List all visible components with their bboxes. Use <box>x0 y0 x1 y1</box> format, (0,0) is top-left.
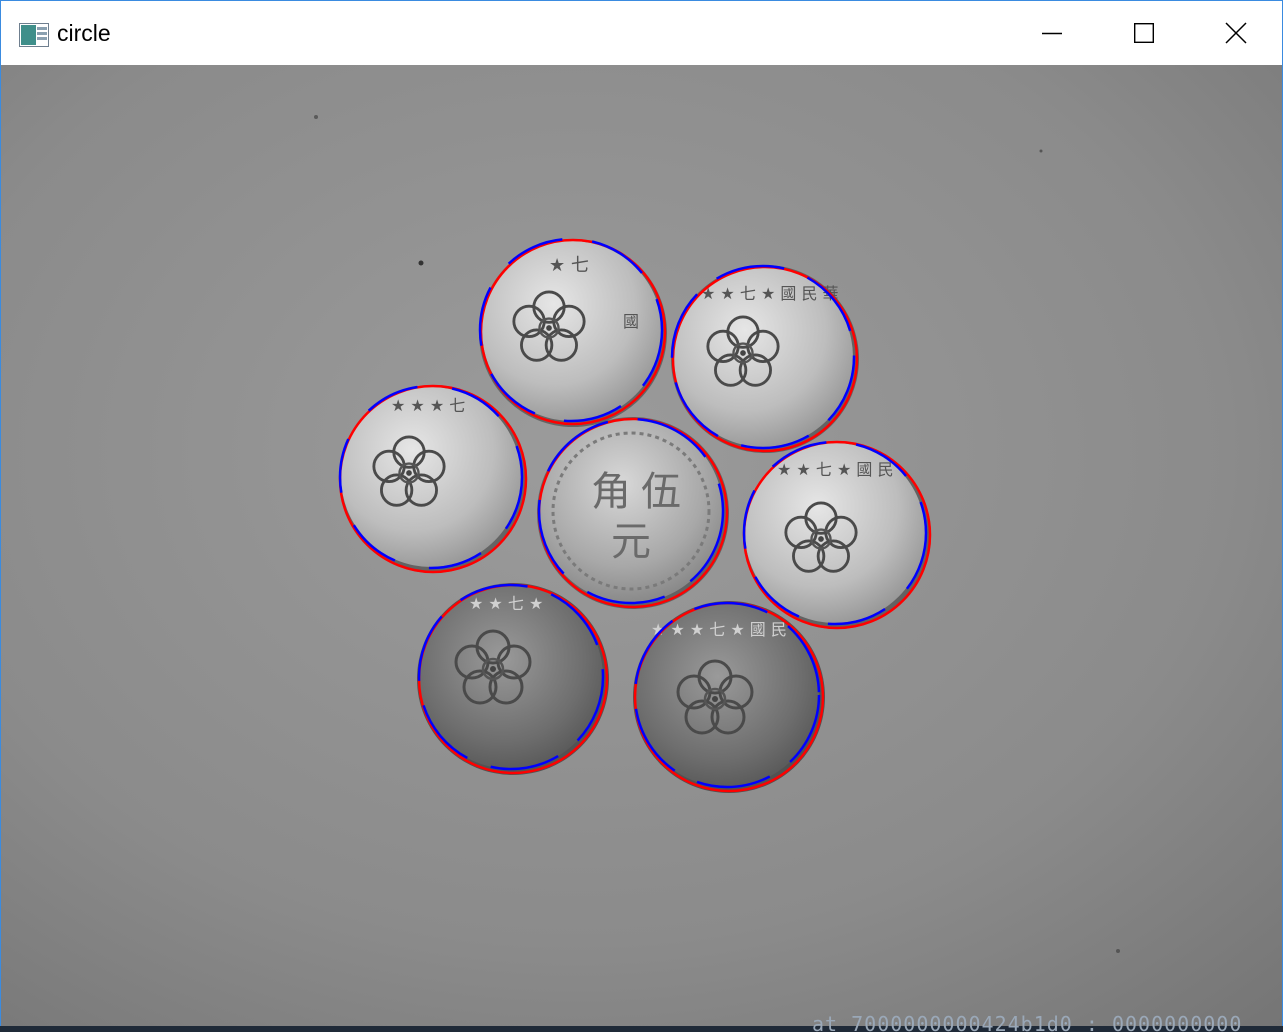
opencv-window-icon <box>19 23 49 47</box>
coin-glyph-left: 角 <box>591 469 631 515</box>
svg-text:★ 七: ★ 七 <box>549 255 589 276</box>
coin-center: 角 伍 元 <box>537 417 729 609</box>
close-button[interactable] <box>1190 1 1282 65</box>
svg-text:國: 國 <box>623 312 639 331</box>
app-window: circle ★ 七 國 ★ ★ 七 ★ 國 民 華 ★ ★ ★ 七 角 伍 元… <box>0 0 1283 1032</box>
coin-bottom-left: ★ ★ 七 ★ <box>417 583 609 775</box>
coin-middle-right: ★ ★ 七 ★ 國 民 <box>742 440 932 630</box>
coin-top-left: ★ 七 國 <box>478 237 667 427</box>
coin-glyph-bottom: 元 <box>611 519 651 565</box>
image-display-area: ★ 七 國 ★ ★ 七 ★ 國 民 華 ★ ★ ★ 七 角 伍 元 ★ ★ 七 … <box>1 65 1282 1031</box>
maximize-icon <box>1134 23 1154 43</box>
title-bar[interactable]: circle <box>1 1 1282 65</box>
svg-text:★ ★ 七 ★ 國 民: ★ ★ 七 ★ 國 民 <box>777 460 893 479</box>
svg-text:★ ★ 七 ★: ★ ★ 七 ★ <box>469 594 543 613</box>
background-console-text: at 7000000000424b1d0 : 0000000000 <box>812 1012 1243 1036</box>
coin-glyph-right: 伍 <box>641 469 681 515</box>
minimize-icon <box>1042 32 1062 35</box>
close-icon <box>1225 22 1247 44</box>
coin-middle-left: ★ ★ ★ 七 <box>338 384 528 574</box>
coin-bottom-right: ★ ★ ★ 七 ★ 國 民 <box>633 601 825 793</box>
svg-text:★ ★ 七 ★ 國 民 華: ★ ★ 七 ★ 國 民 華 <box>701 284 839 303</box>
window-title: circle <box>57 20 111 46</box>
minimize-button[interactable] <box>1006 1 1098 65</box>
svg-text:★ ★ ★ 七: ★ ★ ★ 七 <box>391 396 465 415</box>
maximize-button[interactable] <box>1098 1 1190 65</box>
coin-detection-image: ★ 七 國 ★ ★ 七 ★ 國 民 華 ★ ★ ★ 七 角 伍 元 ★ ★ 七 … <box>1 65 1282 1031</box>
coin-top-right: ★ ★ 七 ★ 國 民 華 <box>670 264 859 453</box>
